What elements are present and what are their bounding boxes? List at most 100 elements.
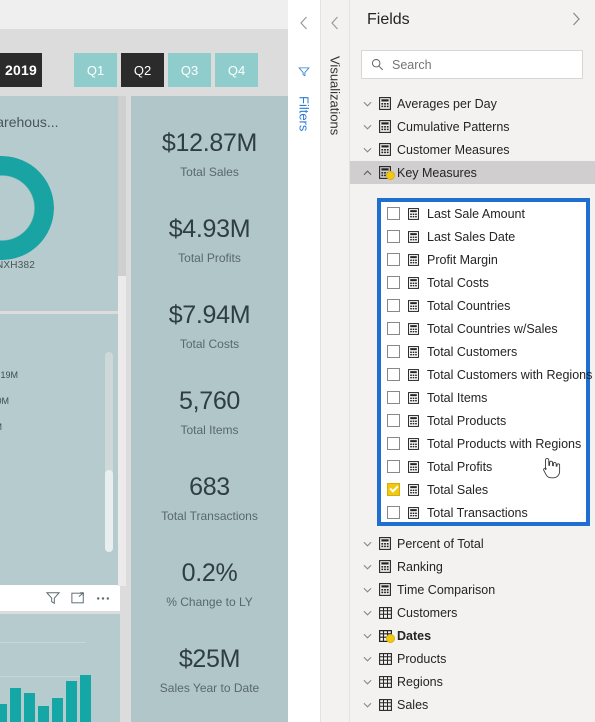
search-input[interactable] xyxy=(392,57,562,72)
filters-pane-label[interactable]: Filters xyxy=(297,96,312,131)
measure-checkbox[interactable] xyxy=(387,345,400,358)
measure-checkbox[interactable] xyxy=(387,414,400,427)
measure-item-total-countries-w-sales[interactable]: Total Countries w/Sales xyxy=(381,317,586,340)
chevron-down-icon[interactable] xyxy=(360,587,375,593)
measure-label: Total Items xyxy=(427,390,488,405)
kpi-change-to-ly[interactable]: 0.2% % Change to LY xyxy=(131,559,288,609)
chevron-down-icon[interactable] xyxy=(360,656,375,662)
bar-row[interactable]: $2.19M xyxy=(0,366,116,392)
field-table-sales[interactable]: Sales xyxy=(350,693,595,716)
visualizations-pane-label[interactable]: Visualizations xyxy=(328,56,343,135)
measure-checkbox[interactable] xyxy=(387,437,400,450)
chevron-right-icon[interactable] xyxy=(571,12,581,26)
canvas-scroll-thumb[interactable] xyxy=(118,96,126,276)
slicer-quarter-q4[interactable]: Q4 xyxy=(215,53,258,87)
chevron-down-icon[interactable] xyxy=(360,679,375,685)
chevron-down-icon[interactable] xyxy=(360,564,375,570)
measure-checkbox[interactable] xyxy=(387,230,400,243)
column-chart-plot xyxy=(0,652,91,722)
kpi-total-items[interactable]: 5,760 Total Items xyxy=(131,387,288,437)
bar-row[interactable]: $1.69M xyxy=(0,444,116,470)
slicer-quarter-q2[interactable]: Q2 xyxy=(121,53,164,87)
measure-checkbox[interactable] xyxy=(387,391,400,404)
field-table-dates[interactable]: Dates xyxy=(350,624,595,647)
chevron-up-icon[interactable] xyxy=(360,169,375,176)
measure-checkbox[interactable] xyxy=(387,483,400,496)
bar-row[interactable]: $2.00M xyxy=(0,392,116,418)
field-table-customers[interactable]: Customers xyxy=(350,601,595,624)
measure-item-total-costs[interactable]: Total Costs xyxy=(381,271,586,294)
chevron-down-icon[interactable] xyxy=(360,610,375,616)
measure-item-total-products-with-regions[interactable]: Total Products with Regions xyxy=(381,432,586,455)
kpi-value: $12.87M xyxy=(161,129,258,157)
search-box[interactable] xyxy=(361,50,583,79)
measure-checkbox[interactable] xyxy=(387,207,400,220)
field-group-ranking[interactable]: Ranking xyxy=(350,555,595,578)
measure-item-last-sale-amount[interactable]: Last Sale Amount xyxy=(381,202,586,225)
field-table-products[interactable]: Products xyxy=(350,647,595,670)
chevron-down-icon[interactable] xyxy=(360,101,375,107)
column-mark[interactable] xyxy=(38,706,49,722)
field-group-percent-of-total[interactable]: Percent of Total xyxy=(350,532,595,555)
column-mark[interactable] xyxy=(24,693,35,722)
measure-item-total-customers[interactable]: Total Customers xyxy=(381,340,586,363)
donut-chart-ring[interactable] xyxy=(0,156,54,260)
donut-chart-visual[interactable]: s by Warehous... NXH382 xyxy=(0,96,120,311)
measure-item-total-items[interactable]: Total Items xyxy=(381,386,586,409)
bar-chart-scroll-thumb[interactable] xyxy=(105,470,113,552)
bar-row[interactable]: $1.60M xyxy=(0,470,116,496)
canvas-vertical-scrollbar[interactable] xyxy=(118,96,126,586)
bar-chart-scrollbar[interactable] xyxy=(105,352,113,552)
field-group-time-comparison[interactable]: Time Comparison xyxy=(350,578,595,601)
measure-item-total-products[interactable]: Total Products xyxy=(381,409,586,432)
slicer-quarter-q3[interactable]: Q3 xyxy=(168,53,211,87)
filter-icon[interactable] xyxy=(46,591,60,605)
slicer-quarter-q1[interactable]: Q1 xyxy=(74,53,117,87)
measure-checkbox[interactable] xyxy=(387,460,400,473)
report-canvas[interactable]: 2019 Q1 Q2 Q3 Q4 s by Warehous... NXH382 xyxy=(0,0,288,722)
column-chart-visual[interactable] xyxy=(0,614,120,722)
bar-chart-visual[interactable]: me $2.19M $2.00M $1.92M $1.69M xyxy=(0,314,120,594)
focus-mode-icon[interactable] xyxy=(71,591,85,605)
field-group-cumulative-patterns[interactable]: Cumulative Patterns xyxy=(350,115,595,138)
field-group-customer-measures[interactable]: Customer Measures xyxy=(350,138,595,161)
kpi-total-sales[interactable]: $12.87M Total Sales xyxy=(131,129,288,179)
column-mark[interactable] xyxy=(80,675,91,722)
column-mark[interactable] xyxy=(66,681,77,722)
chevron-down-icon[interactable] xyxy=(360,633,375,639)
filters-pane-collapsed[interactable]: Filters xyxy=(288,0,321,722)
chevron-down-icon[interactable] xyxy=(360,702,375,708)
chevron-left-icon[interactable] xyxy=(330,16,340,30)
kpi-total-profits[interactable]: $4.93M Total Profits xyxy=(131,215,288,265)
kpi-card-visual[interactable]: $12.87M Total Sales $4.93M Total Profits… xyxy=(131,96,288,722)
measure-checkbox[interactable] xyxy=(387,368,400,381)
bar-row[interactable]: $1.92M xyxy=(0,418,116,444)
measure-item-last-sales-date[interactable]: Last Sales Date xyxy=(381,225,586,248)
field-group-averages-per-day[interactable]: Averages per Day xyxy=(350,92,595,115)
measure-checkbox[interactable] xyxy=(387,299,400,312)
chevron-down-icon[interactable] xyxy=(360,147,375,153)
field-table-regions[interactable]: Regions xyxy=(350,670,595,693)
measure-checkbox[interactable] xyxy=(387,322,400,335)
slicer-year-2019[interactable]: 2019 xyxy=(0,53,42,87)
measure-checkbox[interactable] xyxy=(387,276,400,289)
kpi-total-transactions[interactable]: 683 Total Transactions xyxy=(131,473,288,523)
chevron-down-icon[interactable] xyxy=(360,541,375,547)
kpi-sales-ytd[interactable]: $25M Sales Year to Date xyxy=(131,645,288,695)
column-mark[interactable] xyxy=(10,688,21,722)
measure-checkbox[interactable] xyxy=(387,506,400,519)
chevron-left-icon[interactable] xyxy=(299,16,309,30)
measure-item-total-customers-with-regions[interactable]: Total Customers with Regions xyxy=(381,363,592,386)
chevron-down-icon[interactable] xyxy=(360,124,375,130)
column-mark[interactable] xyxy=(0,704,7,722)
data-table-icon xyxy=(375,606,395,619)
more-options-icon[interactable] xyxy=(96,596,110,601)
visualizations-pane-collapsed[interactable]: Visualizations xyxy=(321,0,350,722)
measure-item-total-countries[interactable]: Total Countries xyxy=(381,294,586,317)
column-mark[interactable] xyxy=(52,698,63,722)
field-group-key-measures[interactable]: Key Measures xyxy=(350,161,595,184)
measure-item-total-transactions[interactable]: Total Transactions xyxy=(381,501,586,524)
measure-item-profit-margin[interactable]: Profit Margin xyxy=(381,248,586,271)
measure-checkbox[interactable] xyxy=(387,253,400,266)
kpi-total-costs[interactable]: $7.94M Total Costs xyxy=(131,301,288,351)
